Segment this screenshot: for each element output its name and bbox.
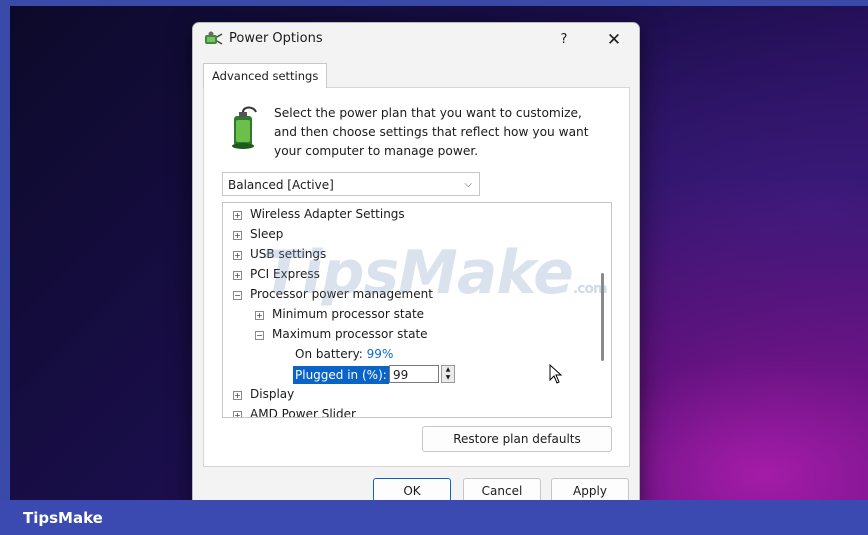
settings-panel: Select the power plan that you want to c… <box>203 87 630 467</box>
tree-item-max-state[interactable]: − Maximum processor state <box>255 324 428 344</box>
tree-item-display[interactable]: + Display <box>233 384 294 404</box>
expand-icon[interactable]: + <box>233 231 242 240</box>
expand-icon[interactable]: + <box>233 391 242 400</box>
power-plan-select[interactable]: Balanced [Active] ⌵ <box>222 172 480 196</box>
help-button[interactable]: ? <box>553 29 575 51</box>
tree-item-pci[interactable]: + PCI Express <box>233 264 320 284</box>
collapse-icon[interactable]: − <box>233 291 242 300</box>
restore-defaults-button[interactable]: Restore plan defaults <box>422 426 612 452</box>
tree-item-usb[interactable]: + USB settings <box>233 244 326 264</box>
expand-icon[interactable]: + <box>233 251 242 260</box>
chevron-down-icon: ⌵ <box>464 179 472 190</box>
dialog-title: Power Options <box>229 31 323 46</box>
power-options-dialog: Power Options ? ✕ Advanced settings Sele… <box>192 22 640 514</box>
brand-text: TipsMake <box>23 509 103 527</box>
expand-icon[interactable]: + <box>255 311 264 320</box>
brand-bar: TipsMake <box>0 500 868 535</box>
tree-item-plugged-in[interactable]: Plugged in (%): 99 ▲ ▼ <box>293 365 533 385</box>
tree-scrollbar[interactable] <box>596 203 610 417</box>
tree-item-on-battery[interactable]: On battery: 99% <box>295 344 393 364</box>
apply-button[interactable]: Apply <box>551 478 629 502</box>
plan-select-value: Balanced [Active] <box>228 178 334 192</box>
tree-item-processor[interactable]: − Processor power management <box>233 284 433 304</box>
title-bar: Power Options ? ✕ <box>193 23 639 55</box>
expand-icon[interactable]: + <box>233 271 242 280</box>
description-text: Select the power plan that you want to c… <box>274 106 589 158</box>
close-button[interactable]: ✕ <box>601 27 627 53</box>
spin-updown-icon[interactable]: ▲ ▼ <box>441 365 455 383</box>
mouse-cursor-icon <box>549 364 563 384</box>
cancel-button[interactable]: Cancel <box>463 478 541 502</box>
power-options-icon <box>205 31 223 45</box>
tree-item-wireless[interactable]: + Wireless Adapter Settings <box>233 204 405 224</box>
tree-item-amd[interactable]: + AMD Power Slider <box>233 404 356 417</box>
plugged-in-label: Plugged in (%): <box>293 366 389 384</box>
plugged-in-input[interactable]: 99 <box>389 365 439 383</box>
settings-tree[interactable]: + Wireless Adapter Settings + Sleep + USB s… <box>222 202 612 418</box>
tree-item-sleep[interactable]: + Sleep <box>233 224 283 244</box>
scroll-thumb[interactable] <box>601 273 604 361</box>
collapse-icon[interactable]: − <box>255 331 264 340</box>
on-battery-value[interactable]: 99% <box>367 347 394 361</box>
tab-advanced-settings[interactable]: Advanced settings <box>203 63 328 88</box>
expand-icon[interactable]: + <box>233 411 242 417</box>
ok-button[interactable]: OK <box>373 478 451 502</box>
expand-icon[interactable]: + <box>233 211 242 220</box>
battery-plug-icon <box>232 106 257 149</box>
tree-item-min-state[interactable]: + Minimum processor state <box>255 304 424 324</box>
